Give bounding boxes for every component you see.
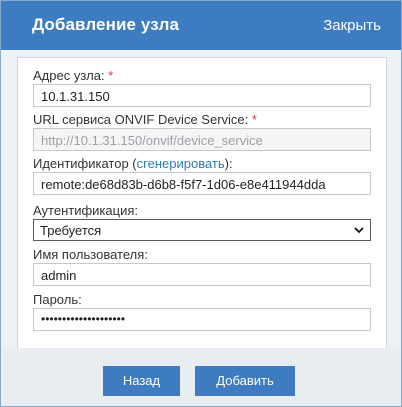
username-input[interactable]: admin xyxy=(33,263,371,286)
dialog-footer: Назад Добавить xyxy=(1,348,401,406)
generate-link[interactable]: сгенерировать xyxy=(137,156,225,171)
auth-select[interactable]: Требуется xyxy=(33,219,371,241)
required-mark: * xyxy=(108,68,114,83)
add-node-dialog: Добавление узла Закрыть Адрес узла: * 10… xyxy=(0,0,402,407)
address-input[interactable]: 10.1.31.150 xyxy=(33,84,371,107)
onvif-url-input[interactable]: http://10.1.31.150/onvif/device_service xyxy=(33,128,371,151)
auth-label: Аутентификация: xyxy=(33,203,138,218)
username-label: Имя пользователя: xyxy=(33,247,148,262)
required-mark: * xyxy=(251,112,257,127)
form-panel: Адрес узла: * 10.1.31.150 URL сервиса ON… xyxy=(17,57,387,349)
dialog-header: Добавление узла Закрыть xyxy=(1,1,401,50)
chevron-down-icon xyxy=(354,227,364,234)
onvif-url-label-text: URL сервиса ONVIF Device Service: xyxy=(33,112,249,127)
password-input[interactable]: •••••••••••••••••••• xyxy=(33,308,371,331)
close-button[interactable]: Закрыть xyxy=(323,17,381,34)
auth-selected-value: Требуется xyxy=(40,223,102,238)
back-button[interactable]: Назад xyxy=(103,366,180,396)
identifier-label-prefix: Идентификатор ( xyxy=(33,156,137,171)
onvif-url-label: URL сервиса ONVIF Device Service: * xyxy=(33,112,257,127)
identifier-label-suffix: ): xyxy=(224,156,233,171)
password-label: Пароль: xyxy=(33,292,82,307)
address-label: Адрес узла: * xyxy=(33,68,113,83)
add-button[interactable]: Добавить xyxy=(195,366,295,396)
identifier-label: Идентификатор (сгенерировать): xyxy=(33,156,233,171)
dialog-title: Добавление узла xyxy=(32,15,180,34)
address-label-text: Адрес узла: xyxy=(33,68,105,83)
identifier-input[interactable]: remote:de68d83b-d6b8-f5f7-1d06-e8e411944… xyxy=(33,172,371,195)
